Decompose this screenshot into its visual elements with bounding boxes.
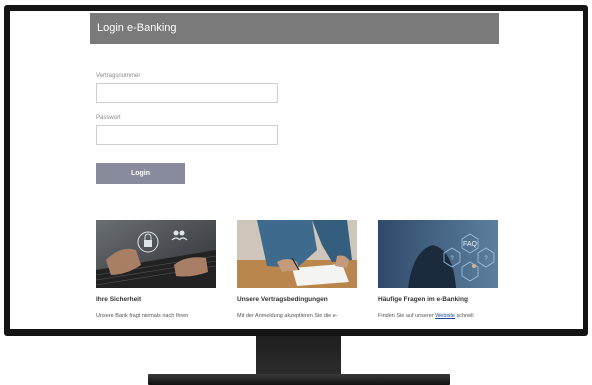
- security-card-title: Ihre Sicherheit: [96, 296, 142, 303]
- faq-card-title: Häufige Fragen im e-Banking: [378, 296, 468, 303]
- monitor-stand-neck: [256, 336, 341, 374]
- password-label: Passwort: [96, 115, 121, 121]
- security-image: [96, 220, 216, 288]
- contract-number-label: Vertragsnummer: [96, 73, 141, 79]
- login-button[interactable]: Login: [96, 163, 185, 184]
- faq-card-text: Finden Sie auf unserer Website schnell: [378, 313, 498, 320]
- faq-image: FAQ ? ?: [378, 220, 498, 288]
- signing-illustration: [237, 220, 357, 288]
- monitor-screen: Login e-Banking Vertragsnummer Passwort …: [10, 11, 583, 329]
- security-card-text: Unsere Bank fragt niemals nach Ihren: [96, 313, 189, 319]
- faq-illustration: FAQ ? ?: [378, 220, 498, 288]
- terms-card-text: Mit der Anmeldung akzeptieren Sie die e-: [237, 313, 338, 319]
- faq-card: FAQ ? ? Häufige Fragen im e-Banking Find…: [378, 220, 498, 320]
- terms-card: Unsere Vertragsbedingungen Mit der Anmel…: [237, 220, 357, 320]
- faq-card-text-end: schnell: [454, 313, 474, 319]
- faq-card-text-start: Finden Sie auf unserer: [378, 313, 436, 319]
- faq-badge-text: FAQ: [463, 241, 478, 248]
- terms-card-title: Unsere Vertragsbedingungen: [237, 296, 328, 303]
- security-card: Ihre Sicherheit Unsere Bank fragt niemal…: [96, 220, 216, 320]
- website-link[interactable]: Website: [435, 313, 455, 319]
- terms-image: [237, 220, 357, 288]
- contract-number-input[interactable]: [96, 83, 278, 103]
- monitor-stand-base: [148, 374, 450, 385]
- page-title: Login e-Banking: [97, 22, 177, 34]
- security-illustration: [96, 220, 216, 288]
- password-input[interactable]: [96, 125, 278, 145]
- page-header: Login e-Banking: [90, 13, 499, 44]
